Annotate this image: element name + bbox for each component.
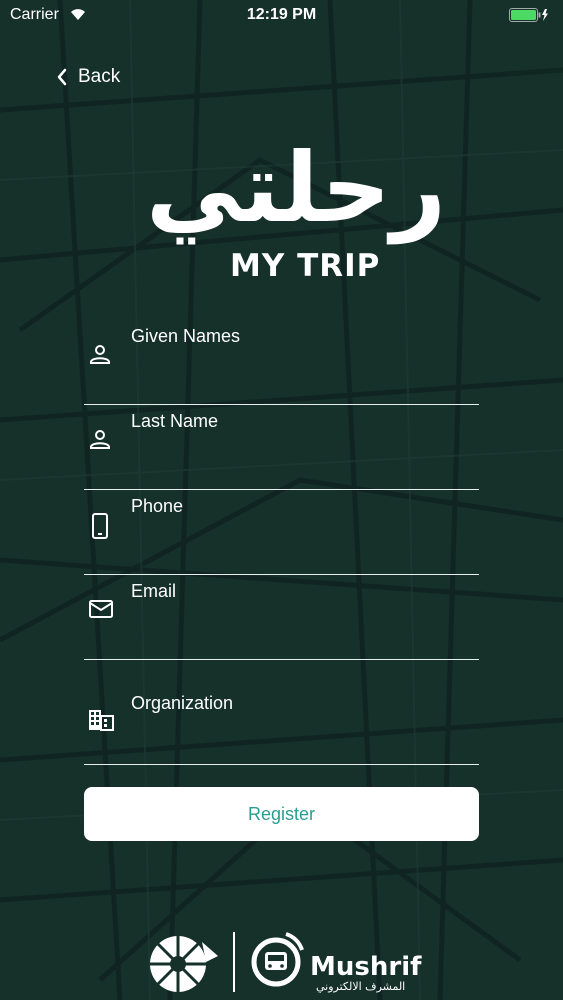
organization-label: Organization: [131, 693, 234, 713]
organization-input[interactable]: [131, 722, 465, 758]
logo-arabic-text: رحلتي: [146, 132, 446, 244]
last-name-field[interactable]: Last Name: [84, 405, 479, 490]
email-input[interactable]: [131, 609, 465, 645]
given-names-label: Given Names: [131, 326, 241, 346]
footer-divider: [233, 932, 235, 992]
mushrif-brand-name: Mushrif: [310, 952, 422, 982]
footer: Mushrif المشرف الالكتروني: [0, 920, 563, 1000]
given-names-input[interactable]: [131, 354, 465, 390]
status-bar: Carrier 12:19 PM: [0, 0, 563, 30]
partner-logo-icon: [150, 936, 218, 992]
logo-english-text: MY TRIP: [230, 248, 381, 284]
phone-label: Phone: [131, 496, 184, 516]
organization-field[interactable]: Organization: [84, 660, 479, 765]
back-label: Back: [78, 66, 121, 87]
email-label: Email: [131, 581, 177, 601]
registration-form: Given Names Last Name Phone Email Organi…: [84, 320, 479, 765]
person-icon: [90, 345, 110, 364]
phone-input[interactable]: [131, 524, 465, 560]
given-names-field[interactable]: Given Names: [84, 320, 479, 405]
clock: 12:19 PM: [246, 6, 317, 23]
phone-icon: [92, 513, 108, 539]
phone-field[interactable]: Phone: [84, 490, 479, 575]
mushrif-logo: Mushrif المشرف الالكتروني: [246, 930, 446, 1000]
battery-icon: [509, 8, 548, 22]
mail-icon: [89, 600, 113, 618]
mushrif-brand-arabic: المشرف الالكتروني: [316, 980, 406, 993]
app-logo: رحلتي MY TRIP: [146, 132, 446, 290]
email-field[interactable]: Email: [84, 575, 479, 660]
chevron-left-icon: [57, 68, 67, 86]
back-button[interactable]: Back: [56, 62, 120, 92]
register-button[interactable]: Register: [84, 787, 479, 841]
last-name-input[interactable]: [131, 439, 465, 475]
building-icon: [89, 710, 114, 731]
last-name-label: Last Name: [131, 411, 219, 431]
person-icon: [90, 430, 110, 449]
bus-icon: [251, 932, 304, 987]
